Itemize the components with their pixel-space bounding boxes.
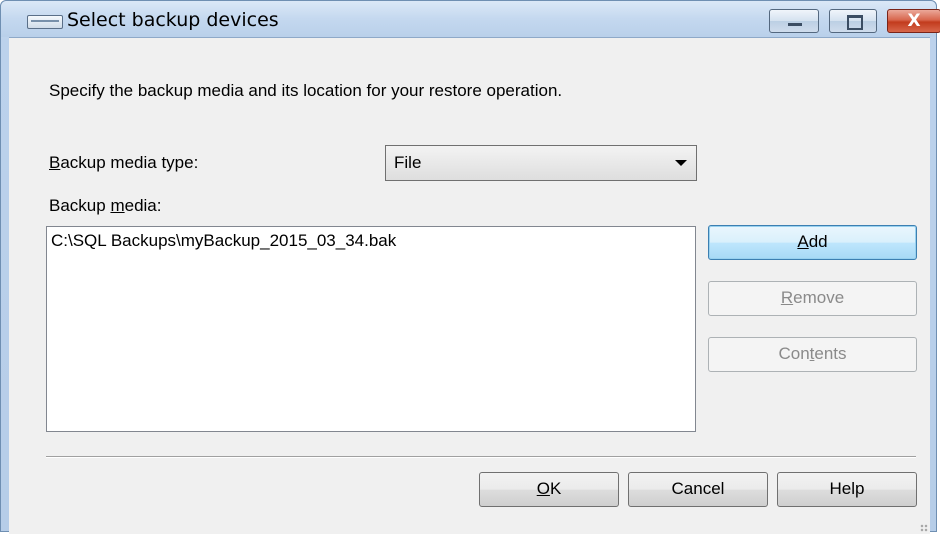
chevron-down-icon	[675, 160, 687, 166]
backup-media-accel: m	[110, 196, 125, 215]
media-type-accel: B	[49, 153, 61, 172]
window-title: Select backup devices	[67, 9, 279, 31]
contents-button[interactable]: Contents	[708, 337, 917, 372]
backup-media-label: Backup media:	[49, 196, 161, 216]
add-accel: A	[797, 232, 809, 251]
remove-button[interactable]: Remove	[708, 281, 917, 316]
add-button[interactable]: Add	[708, 225, 917, 260]
minimize-button[interactable]	[769, 9, 819, 33]
backup-media-list[interactable]: C:\SQL Backups\myBackup_2015_03_34.bak	[46, 226, 696, 432]
title-bar[interactable]: Select backup devices X	[1, 1, 940, 37]
remove-accel: R	[780, 288, 794, 307]
list-item[interactable]: C:\SQL Backups\myBackup_2015_03_34.bak	[51, 231, 396, 251]
description-text: Specify the backup media and its locatio…	[49, 81, 563, 100]
ok-button[interactable]: OK	[479, 472, 619, 507]
backup-media-label-pre: Backup	[49, 196, 111, 215]
close-button[interactable]: X	[887, 9, 940, 33]
resize-grip[interactable]	[920, 524, 928, 532]
ok-label-rest: K	[549, 479, 562, 498]
separator	[46, 456, 916, 458]
contents-label-rest: ents	[814, 344, 847, 363]
close-icon: X	[907, 11, 921, 31]
add-label-rest: dd	[808, 232, 828, 251]
maximize-icon	[847, 15, 863, 30]
dialog-body: Specify the backup media and its locatio…	[9, 37, 930, 534]
media-type-label-rest: ackup media type:	[60, 153, 199, 172]
maximize-button[interactable]	[829, 9, 877, 33]
backup-media-label-rest: edia:	[124, 196, 162, 215]
ok-accel: O	[536, 479, 550, 498]
media-type-value: File	[394, 153, 422, 172]
minimize-icon	[788, 23, 802, 26]
help-button[interactable]: Help	[777, 472, 917, 507]
contents-label-pre: Con	[778, 344, 810, 363]
media-type-select[interactable]: File	[385, 145, 697, 181]
window-icon[interactable]	[27, 15, 63, 29]
remove-label-rest: emove	[793, 288, 845, 307]
cancel-button[interactable]: Cancel	[628, 472, 768, 507]
media-type-label: Backup media type:	[49, 153, 198, 173]
dialog-window: Select backup devices X Specify the back…	[0, 0, 940, 534]
